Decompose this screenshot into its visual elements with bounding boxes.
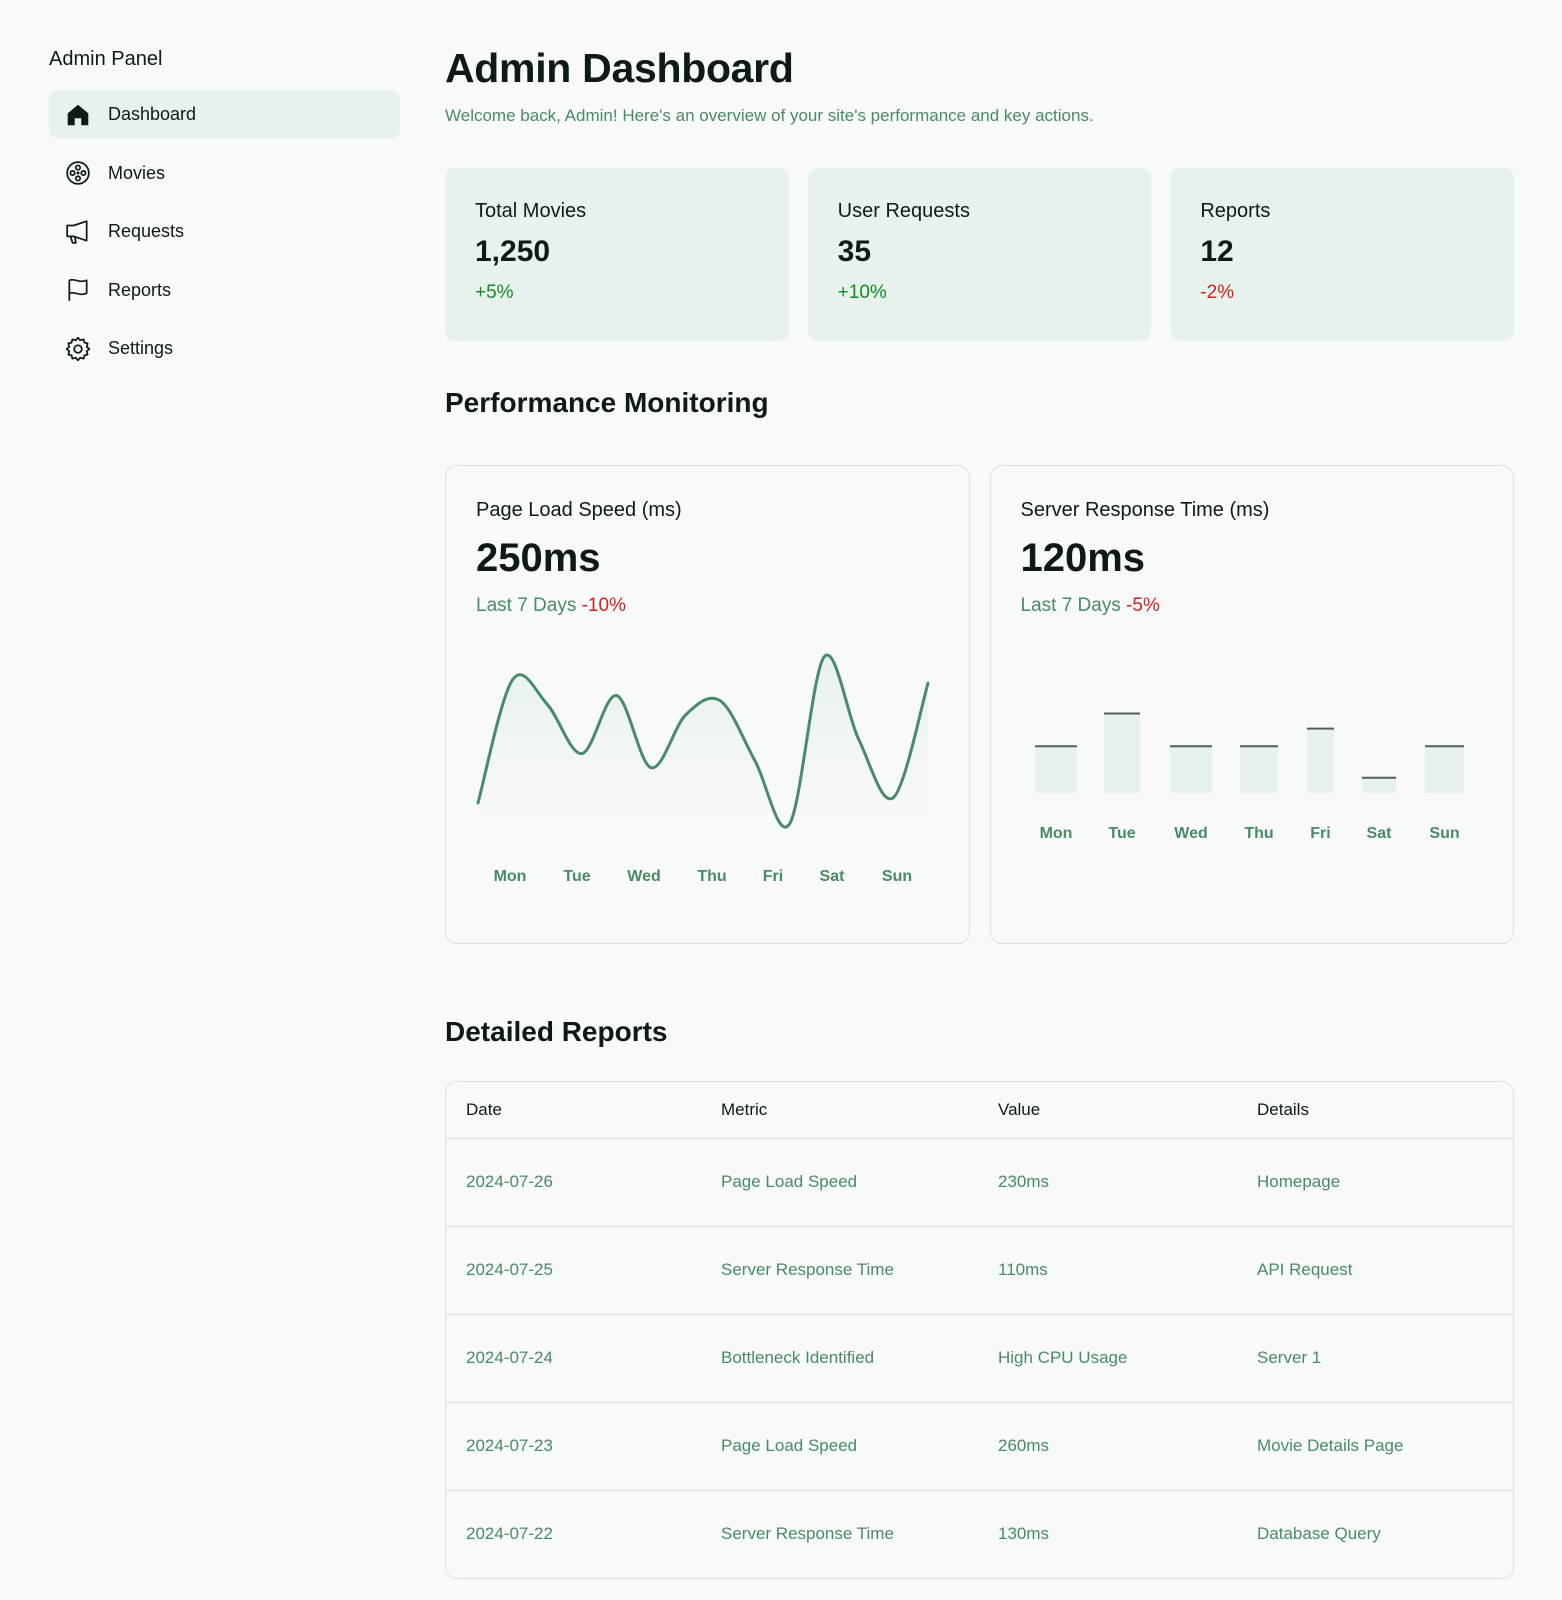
stat-card-user-requests: User Requests 35 +10% — [807, 168, 1152, 341]
column-header-value: Value — [978, 1082, 1237, 1138]
column-header-details: Details — [1237, 1082, 1513, 1138]
table-row: 2024-07-24 Bottleneck Identified High CP… — [446, 1313, 1513, 1402]
sidebar-item-label: Dashboard — [108, 104, 197, 124]
sidebar-item-requests[interactable]: Requests — [49, 207, 400, 256]
table-row: 2024-07-22 Server Response Time 130ms Da… — [446, 1489, 1513, 1578]
x-tick-label: Thu — [697, 868, 726, 885]
x-tick-label: Wed — [1174, 825, 1207, 842]
sidebar-item-reports[interactable]: Reports — [49, 266, 400, 315]
cell-date: 2024-07-22 — [446, 1489, 701, 1578]
cell-value: 130ms — [978, 1489, 1237, 1578]
table-row: 2024-07-26 Page Load Speed 230ms Homepag… — [446, 1137, 1513, 1226]
x-tick-label: Thu — [1244, 825, 1273, 842]
column-header-date: Date — [446, 1082, 701, 1138]
gear-icon — [65, 336, 91, 362]
bar — [1239, 746, 1278, 793]
table-row: 2024-07-25 Server Response Time 110ms AP… — [446, 1225, 1513, 1314]
sidebar-item-movies[interactable]: Movies — [49, 149, 400, 198]
cell-value: 110ms — [978, 1225, 1237, 1314]
cell-metric: Page Load Speed — [701, 1401, 978, 1490]
cell-date: 2024-07-23 — [446, 1401, 701, 1490]
bar — [1361, 777, 1396, 793]
sidebar-item-label: Reports — [108, 279, 172, 300]
bar — [1103, 713, 1140, 793]
megaphone-icon — [65, 219, 91, 245]
sidebar: Admin Panel Dashboard Movies Requests Re… — [49, 42, 400, 383]
sidebar-item-label: Settings — [108, 338, 174, 359]
stat-card-reports: Reports 12 -2% — [1170, 168, 1515, 341]
chart-card-server-response: Mon Tue Wed Thu Fri Sat Sun Server Response Ti… — [989, 465, 1514, 944]
stat-change: +10% — [837, 282, 887, 303]
sidebar-item-label: Requests — [108, 221, 185, 242]
bar-chart: Mon Tue Wed Thu Fri Sat Sun — [1034, 712, 1464, 842]
bar — [1424, 746, 1464, 793]
cell-details: API Request — [1237, 1225, 1513, 1314]
cell-details: Movie Details Page — [1237, 1401, 1513, 1490]
cell-value: 230ms — [978, 1137, 1237, 1226]
column-header-metric: Metric — [701, 1082, 978, 1138]
table-row: 2024-07-23 Page Load Speed 260ms Movie D… — [446, 1401, 1513, 1490]
cell-details: Server 1 — [1237, 1313, 1513, 1402]
table-header-row: Date Metric Value Details — [446, 1082, 1513, 1138]
stat-label: User Requests — [837, 200, 970, 222]
bar — [1306, 728, 1334, 793]
stat-card-total-movies: Total Movies 1,250 +5% — [445, 168, 789, 341]
sidebar-item-label: Movies — [108, 162, 166, 183]
section-title-reports: Detailed Reports — [445, 1016, 668, 1047]
stat-change: -2% — [1200, 282, 1235, 303]
main-content: Admin Dashboard Welcome back, Admin! Her… — [445, 40, 1515, 1579]
home-icon — [65, 102, 91, 128]
cell-metric: Server Response Time — [701, 1489, 978, 1578]
cell-value: High CPU Usage — [978, 1313, 1237, 1402]
cell-value: 260ms — [978, 1401, 1237, 1490]
bar — [1034, 746, 1077, 793]
x-tick-label: Sun — [1429, 825, 1459, 842]
stat-change: +5% — [475, 282, 514, 303]
x-tick-label: Mon — [494, 868, 527, 885]
x-tick-label: Sat — [1366, 825, 1392, 842]
x-tick-label: Mon — [1039, 825, 1072, 842]
brand-title: Admin Panel — [49, 48, 163, 70]
cell-date: 2024-07-25 — [446, 1225, 701, 1314]
x-tick-label: Wed — [627, 868, 660, 885]
x-tick-label: Fri — [763, 868, 783, 885]
chart-card-page-load: Mon Tue Wed Thu Fri Sat Sun Page Load Speed (m… — [445, 465, 970, 944]
stat-label: Total Movies — [475, 200, 587, 222]
stats-row: Total Movies 1,250 +5% User Requests 35 … — [445, 168, 1515, 341]
cell-date: 2024-07-24 — [446, 1313, 701, 1402]
stat-value: 35 — [837, 235, 872, 268]
x-tick-label: Fri — [1310, 825, 1330, 842]
sidebar-item-dashboard[interactable]: Dashboard — [49, 90, 400, 139]
stat-value: 1,250 — [475, 235, 551, 268]
section-title-performance: Performance Monitoring — [445, 387, 769, 418]
stat-value: 12 — [1200, 235, 1234, 268]
x-tick-label: Tue — [563, 868, 590, 885]
stat-label: Reports — [1200, 200, 1271, 222]
sidebar-item-settings[interactable]: Settings — [49, 324, 400, 373]
bar — [1169, 746, 1212, 793]
x-tick-label: Sat — [820, 868, 846, 885]
flag-icon — [65, 277, 91, 303]
cell-metric: Server Response Time — [701, 1225, 978, 1314]
cell-metric: Page Load Speed — [701, 1137, 978, 1226]
cell-date: 2024-07-26 — [446, 1137, 701, 1226]
cell-details: Database Query — [1237, 1489, 1513, 1578]
page-title: Admin Dashboard — [445, 45, 794, 91]
reports-table: Date Metric Value Details 2024-07-26 Pag… — [445, 1081, 1514, 1579]
x-tick-label: Sun — [882, 868, 912, 885]
x-tick-label: Tue — [1108, 825, 1135, 842]
cell-metric: Bottleneck Identified — [701, 1313, 978, 1402]
charts-row: Mon Tue Wed Thu Fri Sat Sun Page Load Speed (m… — [445, 465, 1514, 944]
cell-details: Homepage — [1237, 1137, 1513, 1226]
line-chart: Mon Tue Wed Thu Fri Sat Sun — [476, 653, 930, 885]
page-subtitle: Welcome back, Admin! Here's an overview … — [445, 106, 1094, 125]
film-reel-icon — [65, 160, 91, 186]
